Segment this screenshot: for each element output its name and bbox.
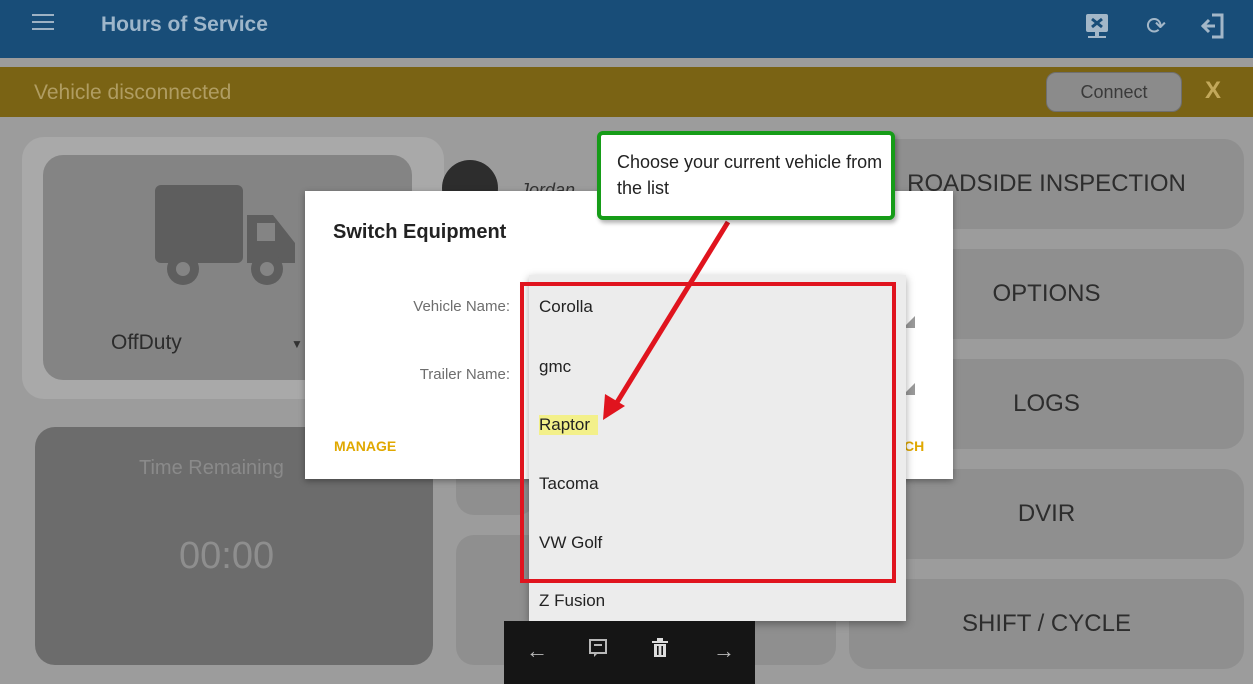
back-arrow-icon[interactable]: ← <box>522 638 552 664</box>
annotation-arrow <box>603 220 731 420</box>
comment-icon[interactable] <box>583 638 613 664</box>
bottom-nav-bar: ← → <box>504 621 755 684</box>
annotation-callout: Choose your current vehicle from the lis… <box>597 131 895 220</box>
trash-icon[interactable] <box>645 638 675 664</box>
forward-arrow-icon[interactable]: → <box>709 638 739 664</box>
callout-text: Choose your current vehicle from the lis… <box>617 152 883 198</box>
